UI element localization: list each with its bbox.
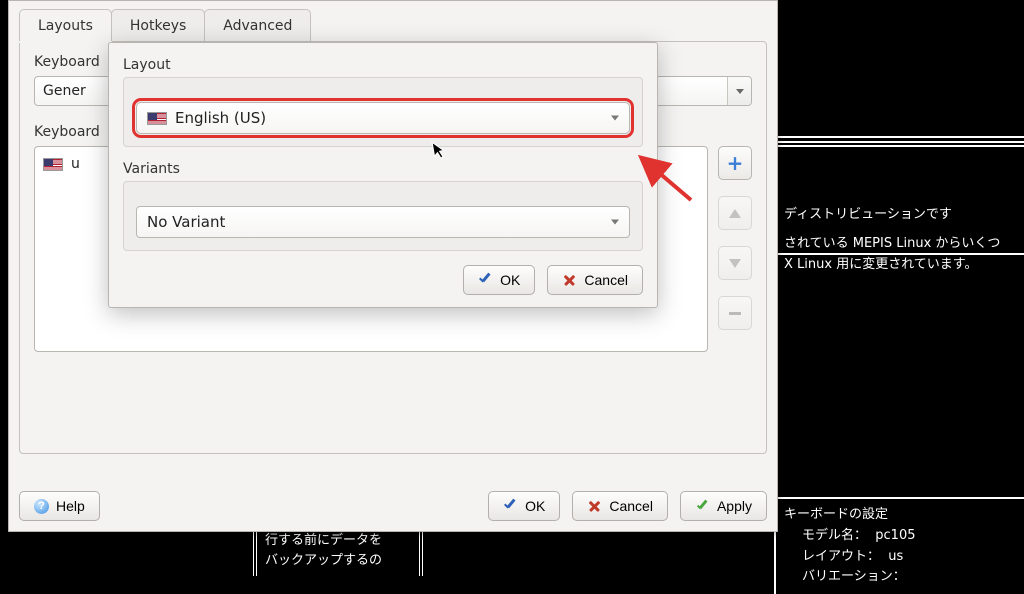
plus-icon: + — [727, 153, 744, 173]
tab-bar: Layouts Hotkeys Advanced — [9, 1, 777, 41]
variants-group-label: Variants — [123, 161, 643, 177]
flag-us-icon — [43, 158, 63, 171]
backdrop-text: バックアップするの — [265, 551, 411, 571]
move-up-button[interactable] — [718, 196, 752, 230]
cancel-icon — [562, 273, 577, 288]
backdrop-rule — [774, 136, 1024, 138]
ok-icon — [478, 273, 493, 288]
apply-icon — [695, 499, 710, 514]
tab-advanced[interactable]: Advanced — [204, 9, 311, 41]
backdrop-text: されている MEPIS Linux からいくつ — [784, 234, 1016, 255]
help-button[interactable]: Help — [19, 491, 100, 521]
backdrop-kbd-variant-label: バリエーション： — [802, 569, 906, 584]
tab-hotkeys[interactable]: Hotkeys — [111, 9, 205, 41]
list-item-label: u — [71, 156, 80, 172]
help-icon — [34, 499, 49, 514]
backdrop-kbd-layout-label: レイアウト： — [802, 549, 880, 564]
variants-combo-value: No Variant — [147, 213, 225, 231]
apply-button[interactable]: Apply — [680, 491, 767, 521]
dialog-ok-button[interactable]: OK — [463, 265, 535, 295]
layout-side-buttons: + — [718, 146, 752, 330]
dialog-cancel-button[interactable]: Cancel — [547, 265, 643, 295]
ok-icon — [503, 499, 518, 514]
keyboard-model-drop-button[interactable] — [727, 77, 751, 105]
flag-us-icon — [147, 112, 167, 125]
layout-group: Layout English (US) — [123, 57, 643, 147]
dialog-cancel-label: Cancel — [584, 272, 628, 288]
tab-layouts[interactable]: Layouts — [19, 9, 112, 41]
window-button-bar: Help OK Cancel Apply — [19, 491, 767, 521]
backdrop-panel-kbd: キーボードの設定 モデル名： pc105 レイアウト： us バリエーション： — [774, 497, 1024, 594]
cancel-icon — [587, 499, 602, 514]
backdrop-kbd-model-value: pc105 — [875, 528, 915, 543]
cancel-button-label: Cancel — [609, 498, 653, 514]
backdrop-panel-top: ディストリビューションです されている MEPIS Linux からいくつ X … — [774, 145, 1024, 255]
layout-combo[interactable]: English (US) — [136, 102, 630, 134]
backdrop-rule — [774, 141, 1024, 143]
backdrop-kbd-layout-value: us — [888, 549, 903, 564]
minus-icon — [729, 312, 741, 315]
arrow-up-icon — [729, 209, 741, 218]
dialog-ok-label: OK — [500, 272, 520, 288]
chevron-down-icon — [611, 220, 619, 225]
keyboard-model-value: Gener — [43, 83, 86, 99]
move-down-button[interactable] — [718, 246, 752, 280]
backdrop-text: 行する前にデータを — [265, 531, 411, 551]
backdrop-kbd-title: キーボードの設定 — [784, 505, 1016, 526]
remove-layout-button[interactable] — [718, 296, 752, 330]
dialog-button-row: OK Cancel — [123, 265, 643, 295]
variants-group: Variants No Variant — [123, 161, 643, 251]
layout-combo-value: English (US) — [175, 109, 266, 127]
chevron-down-icon — [736, 89, 744, 94]
layout-group-label: Layout — [123, 57, 643, 73]
ok-button[interactable]: OK — [488, 491, 560, 521]
ok-button-label: OK — [525, 498, 545, 514]
add-layout-dialog: Layout English (US) Variants No Variant … — [108, 42, 658, 308]
help-button-label: Help — [56, 498, 85, 514]
variants-combo[interactable]: No Variant — [136, 206, 630, 238]
backdrop-text: X Linux 用に変更されています。 — [784, 255, 1016, 276]
chevron-down-icon — [611, 116, 619, 121]
cancel-button[interactable]: Cancel — [572, 491, 668, 521]
backdrop-kbd-model-label: モデル名： — [802, 528, 867, 543]
add-layout-button[interactable]: + — [718, 146, 752, 180]
arrow-down-icon — [729, 259, 741, 268]
apply-button-label: Apply — [717, 498, 752, 514]
backdrop-text: ディストリビューションです — [784, 205, 1016, 226]
